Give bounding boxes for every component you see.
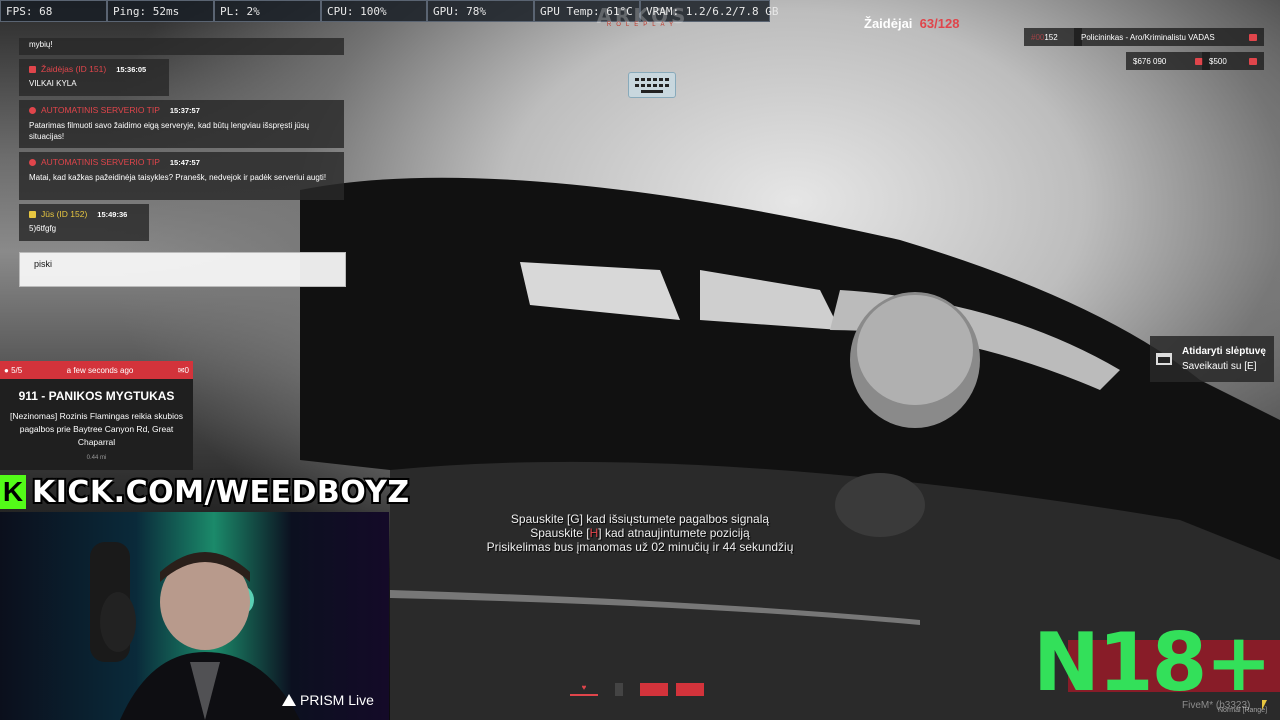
chat-author: Jūs (ID 152) bbox=[29, 209, 87, 219]
bank-value: $676 090 bbox=[1133, 56, 1167, 66]
cpu-stat: CPU: 100% bbox=[321, 0, 427, 22]
wallet-icon bbox=[1249, 57, 1257, 65]
chat-message: mybių! bbox=[19, 38, 344, 55]
chat-message: AUTOMATINIS SERVERIO TIP 15:37:57 Patari… bbox=[19, 100, 344, 148]
interaction-title: Atidaryti slėptuvę bbox=[1182, 346, 1266, 357]
ping-stat: Ping: 52ms bbox=[107, 0, 214, 22]
chat-message-text: 5)6tfgfg bbox=[29, 224, 57, 233]
panic-header: ● 5/5 a few seconds ago ✉0 bbox=[0, 361, 193, 379]
chat-time: 15:47:57 bbox=[169, 157, 200, 167]
chat-time: 15:37:57 bbox=[169, 105, 200, 115]
chat-author: AUTOMATINIS SERVERIO TIP bbox=[29, 105, 160, 115]
chat-message-text: VILKAI KYLA bbox=[29, 79, 77, 88]
garage-icon bbox=[1156, 353, 1172, 365]
briefcase-icon bbox=[1249, 33, 1257, 41]
chat-input[interactable] bbox=[32, 258, 337, 270]
server-logo-sub: ROLEPLAY bbox=[606, 22, 679, 28]
voice-mode: Normal [Range] bbox=[1218, 707, 1268, 714]
chat-input-box[interactable] bbox=[19, 252, 346, 287]
panic-body: [Nezinomas] Rozinis Flamingas reikia sku… bbox=[10, 411, 183, 447]
panic-counter: ● 5/5 bbox=[4, 365, 23, 375]
chat-time: 15:36:05 bbox=[116, 64, 147, 74]
panic-badge: ✉0 bbox=[177, 365, 189, 375]
player-count: Žaidėjai 63/128 bbox=[864, 16, 959, 31]
alert-icon bbox=[29, 106, 36, 114]
panic-time: a few seconds ago bbox=[66, 365, 134, 375]
respawn-line-2: Spauskite [H] kad atnaujintumete pozicij… bbox=[530, 526, 750, 540]
health-bar bbox=[570, 694, 598, 696]
interaction-subtitle: Saveikauti su [E] bbox=[1182, 361, 1257, 372]
job-label: Policininkas - Aro/Kriminalistu VADAS bbox=[1081, 32, 1215, 42]
chat-message: Žaidėjas (ID 151) 15:36:05 VILKAI KYLA bbox=[19, 59, 169, 96]
chat-message-text: mybių! bbox=[29, 40, 53, 49]
keyboard-icon bbox=[628, 72, 676, 98]
alert-icon bbox=[29, 158, 36, 166]
hotbar-slot bbox=[676, 683, 704, 696]
kick-logo-icon: K bbox=[0, 475, 26, 509]
player-icon bbox=[29, 65, 36, 73]
cash-balance: $500 bbox=[1202, 52, 1264, 70]
player-icon bbox=[29, 210, 36, 218]
gpu-stat: GPU: 78% bbox=[427, 0, 534, 22]
hotbar-slot bbox=[640, 683, 668, 696]
chat-author: Žaidėjas (ID 151) bbox=[29, 64, 106, 74]
player-id-prefix: #00 bbox=[1031, 32, 1045, 42]
mouse-cursor-icon bbox=[1262, 700, 1267, 710]
respawn-line-1: Spauskite [G] kad išsiųstumete pagalbos … bbox=[510, 512, 770, 526]
player-count-label: Žaidėjai bbox=[864, 16, 913, 31]
respawn-instructions: Spauskite [G] kad išsiųstumete pagalbos … bbox=[440, 512, 840, 554]
chat-time: 15:49:36 bbox=[97, 209, 128, 219]
job-badge: Policininkas - Aro/Kriminalistu VADAS bbox=[1074, 28, 1264, 46]
prism-logo-icon bbox=[282, 694, 296, 706]
webcam-feed bbox=[0, 512, 389, 720]
packet-loss-stat: PL: 2% bbox=[214, 0, 321, 22]
hotbar-slot bbox=[615, 683, 623, 696]
kick-url: KICK.COM/WEEDBOYZ bbox=[32, 474, 410, 510]
n18-rating-logo: N18+ bbox=[1033, 616, 1272, 709]
bank-balance: $676 090 bbox=[1126, 52, 1210, 70]
chat-message: AUTOMATINIS SERVERIO TIP 15:47:57 Matai,… bbox=[19, 152, 344, 200]
panic-title: 911 - PANIKOS MYGTUKAS bbox=[18, 389, 175, 403]
player-id-value: 152 bbox=[1044, 32, 1058, 42]
chat-author: AUTOMATINIS SERVERIO TIP bbox=[29, 157, 160, 167]
chat-message-text: Matai, kad kažkas pažeidinėja taisykles?… bbox=[29, 173, 327, 182]
prism-label: PRISM Live bbox=[300, 692, 374, 708]
respawn-line-3: Prisikelimas bus įmanomas už 02 minučių … bbox=[486, 540, 794, 554]
player-count-value: 63/128 bbox=[919, 16, 960, 31]
chat-message: Jūs (ID 152) 15:49:36 5)6tfgfg bbox=[19, 204, 149, 241]
streamer-video bbox=[90, 542, 300, 720]
chat-message-text: Patarimas filmuoti savo žaidimo eigą ser… bbox=[29, 121, 310, 141]
kick-banner: K KICK.COM/WEEDBOYZ bbox=[0, 472, 410, 512]
cash-value: $500 bbox=[1209, 56, 1227, 66]
interaction-prompt[interactable]: Atidaryti slėptuvę Saveikauti su [E] bbox=[1150, 336, 1274, 382]
prism-live-watermark: PRISM Live bbox=[282, 692, 374, 708]
fps-stat: FPS: 68 bbox=[0, 0, 107, 22]
panic-distance: 0.44 mi bbox=[86, 455, 107, 461]
panic-notification: ● 5/5 a few seconds ago ✉0 911 - PANIKOS… bbox=[0, 361, 193, 470]
